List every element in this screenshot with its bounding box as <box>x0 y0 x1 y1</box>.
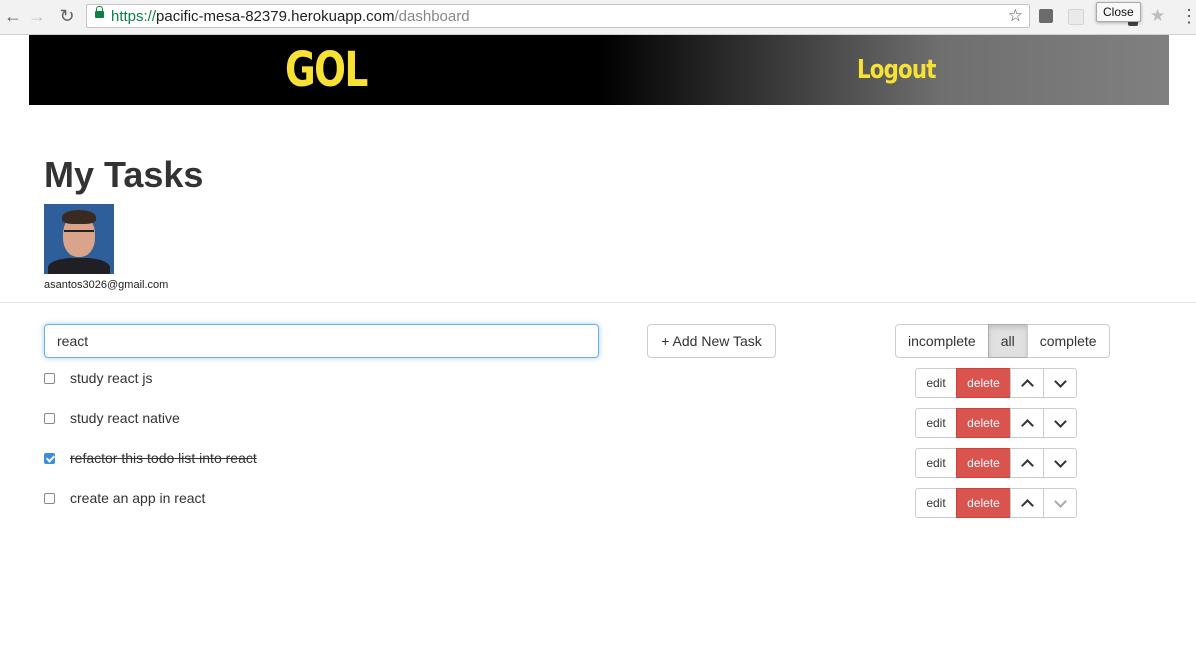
reload-icon[interactable]: ↻ <box>56 5 78 27</box>
app-header: GOL Logout <box>29 35 1169 105</box>
delete-button[interactable]: delete <box>956 368 1011 398</box>
browser-toolbar: ← → ↻ https://pacific-mesa-82379.herokua… <box>0 0 1196 35</box>
task-actions: edit delete <box>915 488 1077 518</box>
chevron-up-icon <box>1020 458 1034 472</box>
task-actions: edit delete <box>915 448 1077 478</box>
move-down-button[interactable] <box>1043 408 1077 438</box>
delete-button[interactable]: delete <box>956 488 1011 518</box>
chevron-up-icon <box>1020 498 1034 512</box>
avatar <box>44 204 114 274</box>
forward-arrow-icon[interactable]: → <box>26 5 48 27</box>
chevron-down-icon <box>1053 494 1067 508</box>
move-down-button[interactable] <box>1043 488 1077 518</box>
extension-icon[interactable] <box>1039 9 1053 23</box>
task-text: refactor this todo list into react <box>70 450 257 466</box>
filter-complete-button[interactable]: complete <box>1026 324 1110 358</box>
task-text: study react native <box>70 410 180 426</box>
back-arrow-icon[interactable]: ← <box>2 5 24 27</box>
task-row: create an app in react edit delete <box>44 486 1084 526</box>
chevron-down-icon <box>1053 374 1067 388</box>
logout-link[interactable]: Logout <box>857 55 936 85</box>
task-actions: edit delete <box>915 368 1077 398</box>
address-bar[interactable]: https://pacific-mesa-82379.herokuapp.com… <box>86 4 1030 28</box>
move-down-button[interactable] <box>1043 368 1077 398</box>
edit-button[interactable]: edit <box>915 448 957 478</box>
move-up-button[interactable] <box>1010 408 1044 438</box>
add-task-button[interactable]: + Add New Task <box>647 324 776 358</box>
user-email: asantos3026@gmail.com <box>44 279 169 291</box>
edit-button[interactable]: edit <box>915 488 957 518</box>
task-text: create an app in react <box>70 490 206 506</box>
filter-all-button[interactable]: all <box>987 324 1028 358</box>
task-row: refactor this todo list into react edit … <box>44 446 1084 486</box>
divider <box>0 302 1196 303</box>
move-up-button[interactable] <box>1010 488 1044 518</box>
task-text: study react js <box>70 370 153 386</box>
edit-button[interactable]: edit <box>915 368 957 398</box>
menu-kebab-icon[interactable]: ⋮ <box>1180 6 1196 26</box>
delete-button[interactable]: delete <box>956 448 1011 478</box>
lock-icon <box>95 6 104 18</box>
task-row: study react js edit delete <box>44 366 1084 406</box>
close-tooltip: Close <box>1096 2 1141 22</box>
chevron-up-icon <box>1020 378 1034 392</box>
filter-button-group: incomplete all complete <box>895 324 1110 358</box>
move-up-button[interactable] <box>1010 448 1044 478</box>
task-actions: edit delete <box>915 408 1077 438</box>
task-checkbox[interactable] <box>44 413 55 424</box>
chevron-up-icon <box>1020 418 1034 432</box>
edit-button[interactable]: edit <box>915 408 957 438</box>
extension-star-icon[interactable]: ★ <box>1150 6 1165 25</box>
bookmark-star-icon[interactable]: ☆ <box>1008 6 1023 26</box>
brand-logo[interactable]: GOL <box>285 42 368 98</box>
page-title: My Tasks <box>44 154 204 195</box>
task-checkbox[interactable] <box>44 453 55 464</box>
filter-incomplete-button[interactable]: incomplete <box>895 324 989 358</box>
search-input[interactable] <box>44 324 599 358</box>
move-up-button[interactable] <box>1010 368 1044 398</box>
url-text: https://pacific-mesa-82379.herokuapp.com… <box>111 8 470 25</box>
delete-button[interactable]: delete <box>956 408 1011 438</box>
extension-icon[interactable] <box>1068 9 1084 25</box>
task-list: study react js edit delete study react n… <box>44 366 1084 526</box>
chevron-down-icon <box>1053 414 1067 428</box>
chevron-down-icon <box>1053 454 1067 468</box>
task-checkbox[interactable] <box>44 493 55 504</box>
move-down-button[interactable] <box>1043 448 1077 478</box>
task-row: study react native edit delete <box>44 406 1084 446</box>
task-checkbox[interactable] <box>44 373 55 384</box>
